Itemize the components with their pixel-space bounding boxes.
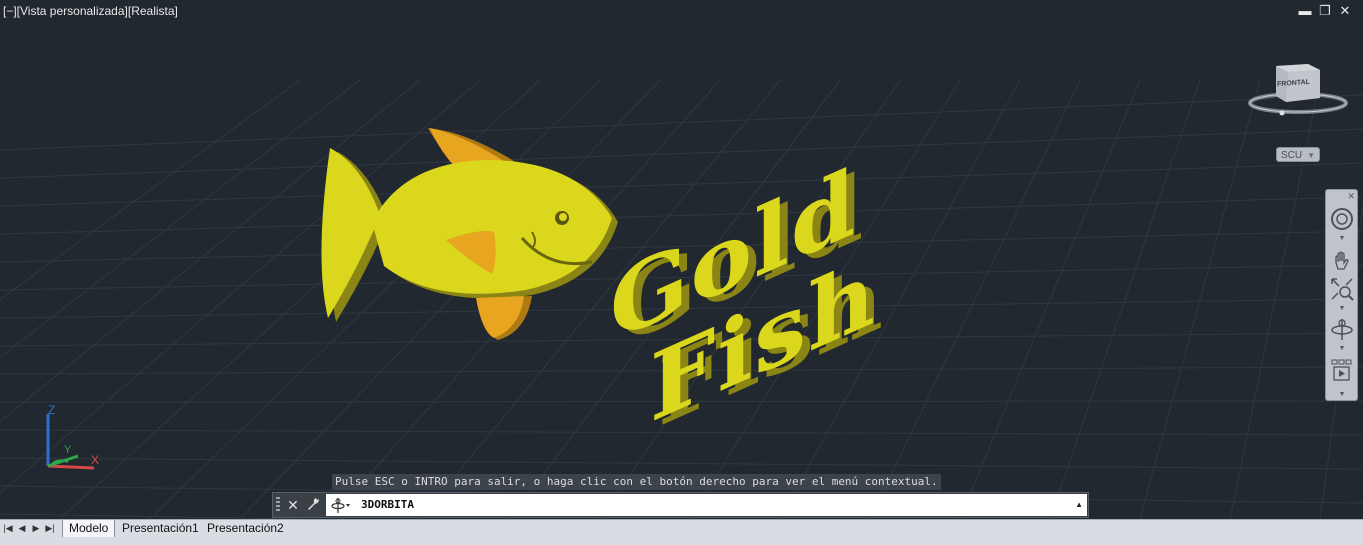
tab-presentacion2[interactable]: Presentación2 bbox=[201, 520, 290, 537]
close-viewport-button[interactable]: ✕ bbox=[1338, 4, 1352, 18]
status-bar bbox=[0, 537, 1363, 545]
minimize-viewport-button[interactable]: ▬ bbox=[1298, 4, 1312, 18]
viewport-controls-label[interactable]: [−][Vista personalizada][Realista] bbox=[3, 4, 178, 18]
grid-line bbox=[1049, 79, 1201, 519]
chevron-down-icon[interactable]: ▼ bbox=[1338, 345, 1346, 352]
command-input[interactable]: 3DORBITA ▲ bbox=[326, 494, 1087, 516]
showmotion-icon[interactable] bbox=[1329, 358, 1355, 384]
command-line[interactable]: ✕ 3DORBITA ▲ bbox=[272, 492, 1089, 518]
drawing-viewport[interactable]: Gold Gold Fish Fish [−][Vista personaliz… bbox=[0, 0, 1363, 519]
ucs-menu-label: SCU bbox=[1281, 150, 1303, 161]
orbit-icon[interactable] bbox=[1329, 316, 1355, 342]
ucs-y-label: Y bbox=[64, 444, 72, 456]
close-icon[interactable]: ✕ bbox=[1347, 191, 1355, 202]
prev-tab-icon[interactable]: ◀ bbox=[16, 522, 28, 534]
grid-line bbox=[1139, 79, 1261, 519]
chevron-down-icon[interactable]: ▼ bbox=[1338, 305, 1346, 312]
wrench-icon[interactable] bbox=[304, 496, 322, 514]
grid-line bbox=[0, 457, 1363, 470]
tab-presentacion1[interactable]: Presentación1 bbox=[116, 520, 205, 537]
close-icon[interactable]: ✕ bbox=[284, 496, 302, 514]
tab-modelo[interactable]: Modelo bbox=[62, 520, 116, 537]
chevron-down-icon[interactable]: ▼ bbox=[1338, 391, 1346, 398]
next-tab-icon[interactable]: ▶ bbox=[30, 522, 42, 534]
ucs-menu-button[interactable]: SCU ▼ bbox=[1276, 147, 1320, 162]
last-tab-icon[interactable]: ▶| bbox=[44, 522, 56, 534]
restore-viewport-button[interactable]: ❐ bbox=[1318, 4, 1332, 18]
ucs-x-label: X bbox=[91, 453, 100, 467]
navigation-bar[interactable]: ✕ ▼ ▼ ▼ ▼ bbox=[1325, 189, 1358, 401]
orbit-icon[interactable] bbox=[330, 496, 352, 514]
drag-handle[interactable] bbox=[276, 497, 280, 513]
ucs-z-label: Z bbox=[48, 403, 56, 417]
layout-tabs: |◀ ◀ ▶ ▶| Modelo Presentación1 Presentac… bbox=[0, 519, 1363, 537]
chevron-down-icon[interactable]: ▼ bbox=[1338, 235, 1346, 242]
zoom-extents-icon[interactable] bbox=[1329, 276, 1355, 302]
pan-icon[interactable] bbox=[1329, 248, 1355, 274]
viewcube[interactable]: FRONTAL bbox=[1248, 58, 1348, 120]
goldfish-model[interactable] bbox=[300, 110, 660, 355]
first-tab-icon[interactable]: |◀ bbox=[2, 522, 14, 534]
chevron-up-icon[interactable]: ▲ bbox=[1075, 494, 1083, 516]
chevron-down-icon: ▼ bbox=[1307, 151, 1315, 160]
current-command: 3DORBITA bbox=[361, 498, 414, 511]
ucs-icon: Z Y X bbox=[38, 400, 108, 480]
steeringwheel-icon[interactable] bbox=[1329, 206, 1355, 232]
command-prompt-message: Pulse ESC o INTRO para salir, o haga cli… bbox=[332, 474, 941, 490]
